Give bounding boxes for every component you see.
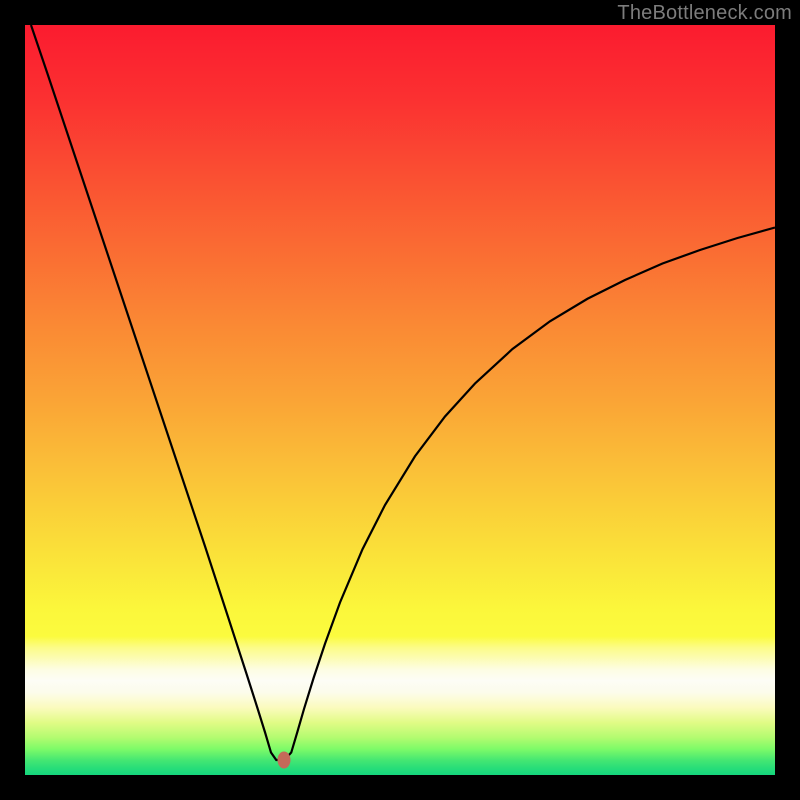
attribution-label: TheBottleneck.com xyxy=(617,2,792,25)
plot-area xyxy=(25,25,775,775)
chart-frame: TheBottleneck.com xyxy=(0,0,800,800)
optimum-marker xyxy=(277,752,290,769)
bottleneck-curve xyxy=(25,25,775,775)
